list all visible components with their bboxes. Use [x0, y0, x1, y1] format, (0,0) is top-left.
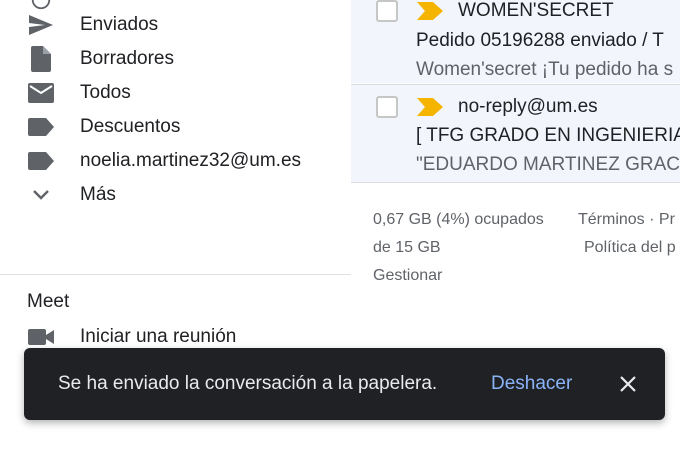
- mail-icon: [27, 79, 55, 107]
- sidebar-item-label: Descuentos: [80, 116, 181, 137]
- video-camera-icon: [27, 323, 55, 351]
- sidebar-item-label: noelia.martinez32@um.es: [80, 150, 302, 171]
- sidebar-item-sent[interactable]: Enviados: [0, 8, 351, 42]
- email-sender: WOMEN'SECRET: [458, 0, 614, 21]
- manage-storage-link[interactable]: Gestionar: [373, 267, 442, 285]
- email-row[interactable]: WOMEN'SECRET Pedido 05196288 enviado / T…: [351, 0, 680, 83]
- sidebar-item-label-account[interactable]: noelia.martinez32@um.es: [0, 144, 351, 178]
- important-marker-icon[interactable]: [417, 2, 443, 20]
- important-marker-icon[interactable]: [417, 98, 443, 116]
- snackbar: Se ha enviado la conversación a la papel…: [24, 348, 665, 420]
- terms-link[interactable]: Términos · Pr: [578, 211, 675, 229]
- sidebar-item-label: Más: [80, 184, 116, 205]
- snackbar-message: Se ha enviado la conversación a la papel…: [58, 373, 438, 394]
- meet-heading: Meet: [27, 291, 70, 312]
- send-icon: [27, 11, 55, 39]
- sidebar-item-label: Todos: [80, 82, 131, 103]
- email-row[interactable]: no-reply@um.es [ TFG GRADO EN INGENIERIA…: [351, 85, 680, 182]
- label-icon: [27, 113, 55, 141]
- sidebar-item-label-descuentos[interactable]: Descuentos: [0, 110, 351, 144]
- row-separator: [351, 182, 680, 183]
- select-checkbox[interactable]: [376, 0, 398, 22]
- email-subject: [ TFG GRADO EN INGENIERIA: [416, 125, 680, 146]
- meet-start-label: Iniciar una reunión: [80, 326, 237, 347]
- draft-icon: [27, 45, 55, 73]
- sidebar-item-label: Borradores: [80, 48, 174, 69]
- select-checkbox[interactable]: [376, 96, 398, 118]
- email-subject: Pedido 05196288 enviado / T: [416, 30, 664, 51]
- label-icon: [27, 147, 55, 175]
- undo-button[interactable]: Deshacer: [491, 373, 572, 395]
- email-snippet: Women'secret ¡Tu pedido ha s: [416, 59, 674, 80]
- storage-total: de 15 GB: [373, 239, 441, 256]
- sidebar-item-all-mail[interactable]: Todos: [0, 76, 351, 110]
- sidebar-item-drafts[interactable]: Borradores: [0, 42, 351, 76]
- policy-link[interactable]: Política del p: [584, 239, 676, 257]
- chevron-down-icon: [27, 181, 55, 209]
- sidebar-item-label: Enviados: [80, 14, 159, 35]
- email-sender: no-reply@um.es: [458, 96, 598, 117]
- storage-used: 0,67 GB (4%) ocupados: [373, 211, 544, 228]
- close-icon[interactable]: [616, 372, 640, 396]
- sidebar-divider: [0, 274, 351, 275]
- email-snippet: "EDUARDO MARTINEZ GRACI: [416, 154, 680, 175]
- sidebar-item-more[interactable]: Más: [0, 178, 351, 212]
